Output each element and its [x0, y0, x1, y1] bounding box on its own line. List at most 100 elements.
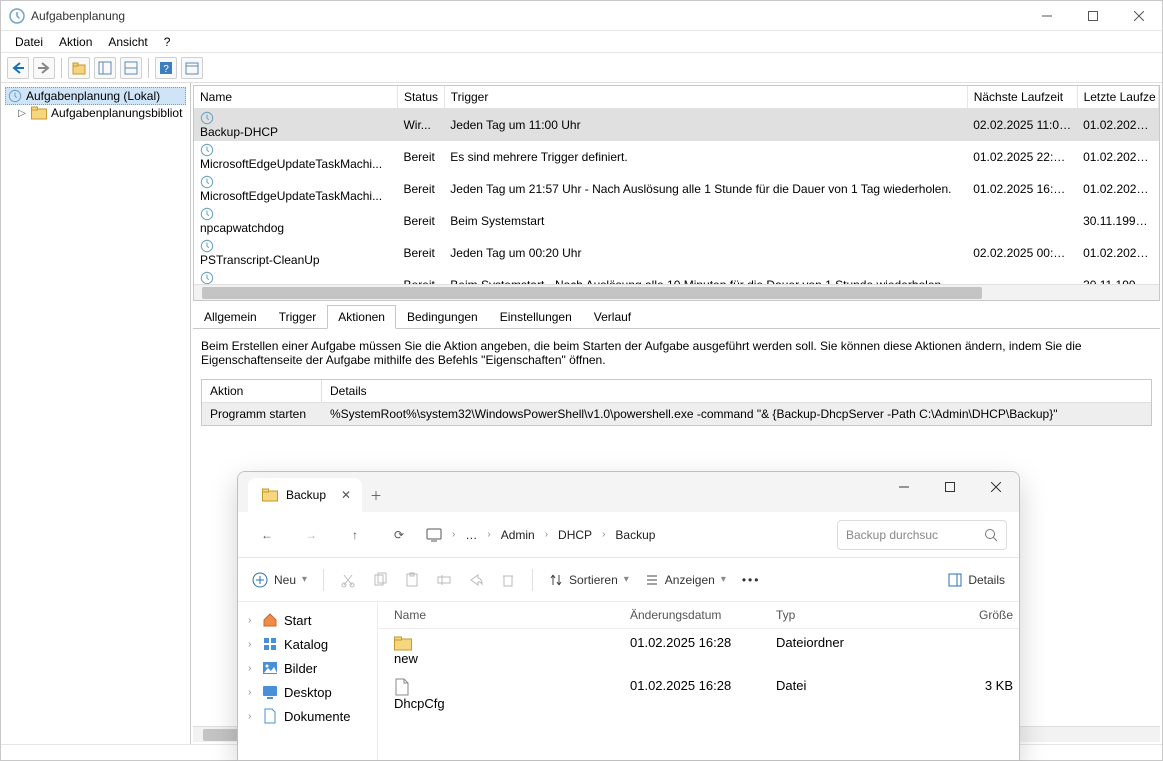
- action-col-details[interactable]: Details: [322, 380, 1151, 403]
- fcol-type[interactable]: Typ: [770, 602, 890, 628]
- action-table[interactable]: Aktion Details Programm starten %SystemR…: [201, 379, 1152, 426]
- crumb-admin[interactable]: Admin: [501, 528, 535, 542]
- nav-forward-button[interactable]: [33, 57, 55, 79]
- cmd-more[interactable]: •••: [742, 573, 761, 587]
- separator: [61, 58, 62, 78]
- tree-child[interactable]: ▷ Aufgabenplanungsbibliot: [5, 105, 186, 121]
- explorer-window[interactable]: Backup ✕ ＋ ← → ↑ ⟳ › … › Admin › DHCP ›: [237, 471, 1020, 761]
- chevron-icon[interactable]: ›: [545, 529, 548, 540]
- chevron-icon[interactable]: ›: [602, 529, 605, 540]
- explorer-close[interactable]: [973, 472, 1019, 502]
- explorer-cmdbar: Neu ▾ Sortieren▾ Anzeigen▾ ••• Details: [238, 558, 1019, 602]
- nav-refresh-icon[interactable]: ⟳: [382, 518, 416, 552]
- explorer-search[interactable]: Backup durchsuc: [837, 520, 1007, 550]
- cmd-sort[interactable]: Sortieren▾: [549, 573, 629, 587]
- expand-icon[interactable]: ▷: [17, 108, 27, 119]
- nav-up-icon[interactable]: ↑: [338, 518, 372, 552]
- nav-tree[interactable]: Aufgabenplanung (Lokal) ▷ Aufgabenplanun…: [1, 83, 191, 744]
- fcol-size[interactable]: Größe: [890, 602, 1019, 628]
- new-tab-button[interactable]: ＋: [362, 478, 390, 512]
- nav-back-button[interactable]: [7, 57, 29, 79]
- cmd-copy[interactable]: [372, 572, 388, 588]
- detail-tab[interactable]: Trigger: [268, 305, 328, 328]
- breadcrumb[interactable]: › … › Admin › DHCP › Backup: [426, 518, 827, 552]
- nav-item[interactable]: › Katalog: [242, 632, 373, 656]
- maximize-button[interactable]: [1070, 1, 1116, 31]
- panel-icon: [948, 573, 962, 587]
- detail-tabs: AllgemeinTriggerAktionenBedingungenEinst…: [193, 305, 1160, 329]
- close-button[interactable]: [1116, 1, 1162, 31]
- nav-back-icon[interactable]: ←: [250, 518, 284, 552]
- toolbar: ?: [1, 53, 1162, 83]
- chevron-icon[interactable]: ›: [487, 529, 490, 540]
- tree-root-label: Aufgabenplanung (Lokal): [26, 89, 160, 103]
- col-trigger[interactable]: Trigger: [444, 86, 967, 109]
- detail-tab[interactable]: Bedingungen: [396, 305, 489, 328]
- menu-help[interactable]: ?: [156, 33, 179, 51]
- menu-view[interactable]: Ansicht: [100, 33, 155, 51]
- task-header-row[interactable]: Name Status Trigger Nächste Laufzeit Let…: [194, 86, 1159, 109]
- col-status[interactable]: Status: [397, 86, 444, 109]
- action-row[interactable]: Programm starten %SystemRoot%\system32\W…: [202, 403, 1151, 425]
- help-button[interactable]: ?: [155, 57, 177, 79]
- nav-item[interactable]: › Dokumente: [242, 704, 373, 728]
- cmd-cut[interactable]: [340, 572, 356, 588]
- task-row[interactable]: MicrosoftEdgeUpdateTaskMachi...BereitJed…: [194, 173, 1159, 205]
- minimize-button[interactable]: [1024, 1, 1070, 31]
- detail-tab[interactable]: Allgemein: [193, 305, 268, 328]
- tree-root[interactable]: Aufgabenplanung (Lokal): [5, 87, 186, 105]
- crumb-backup[interactable]: Backup: [615, 528, 655, 542]
- cmd-new[interactable]: Neu ▾: [252, 572, 307, 588]
- explorer-minimize[interactable]: [881, 472, 927, 502]
- separator: [148, 58, 149, 78]
- task-row[interactable]: Restart-NLABereitBeim Systemstart - Nach…: [194, 269, 1159, 284]
- cmd-share[interactable]: [468, 572, 484, 588]
- action-col-aktion[interactable]: Aktion: [202, 380, 322, 403]
- file-row[interactable]: DhcpCfg01.02.2025 16:28Datei3 KB: [378, 672, 1019, 717]
- menu-action[interactable]: Aktion: [51, 33, 100, 51]
- task-list[interactable]: Name Status Trigger Nächste Laufzeit Let…: [193, 85, 1160, 301]
- nav-item[interactable]: › Start: [242, 608, 373, 632]
- explorer-tab[interactable]: Backup ✕: [248, 478, 362, 512]
- task-row[interactable]: Backup-DHCPWir...Jeden Tag um 11:00 Uhr0…: [194, 109, 1159, 142]
- task-row[interactable]: npcapwatchdogBereitBeim Systemstart30.11…: [194, 205, 1159, 237]
- cmd-delete[interactable]: [500, 572, 516, 588]
- cmd-rename[interactable]: [436, 572, 452, 588]
- crumb-dhcp[interactable]: DHCP: [558, 528, 592, 542]
- rename-icon: [436, 572, 452, 588]
- search-placeholder: Backup durchsuc: [846, 528, 984, 542]
- file-columns[interactable]: Name Änderungsdatum Typ Größe: [378, 602, 1019, 629]
- col-name[interactable]: Name: [194, 86, 397, 109]
- detail-tab[interactable]: Verlauf: [583, 305, 642, 328]
- file-row[interactable]: new01.02.2025 16:28Dateiordner: [378, 629, 1019, 672]
- explorer-nav[interactable]: › Start› Katalog› Bilder› Desktop› Dokum…: [238, 602, 378, 760]
- cmd-paste[interactable]: [404, 572, 420, 588]
- task-row[interactable]: PSTranscript-CleanUpBereitJeden Tag um 0…: [194, 237, 1159, 269]
- plus-icon: [252, 572, 268, 588]
- explorer-maximize[interactable]: [927, 472, 973, 502]
- hscrollbar[interactable]: [194, 284, 1159, 300]
- panes-button[interactable]: [120, 57, 142, 79]
- nav-item[interactable]: › Bilder: [242, 656, 373, 680]
- nav-item[interactable]: › Desktop: [242, 680, 373, 704]
- cmd-details[interactable]: Details: [948, 573, 1005, 587]
- explorer-files[interactable]: Name Änderungsdatum Typ Größe new01.02.2…: [378, 602, 1019, 760]
- fcol-name[interactable]: Name: [378, 602, 624, 628]
- col-next[interactable]: Nächste Laufzeit: [967, 86, 1077, 109]
- nav-forward-icon[interactable]: →: [294, 518, 328, 552]
- tab-close-icon[interactable]: ✕: [338, 487, 354, 503]
- detail-tab[interactable]: Einstellungen: [489, 305, 583, 328]
- detail-tab[interactable]: Aktionen: [327, 305, 396, 329]
- cmd-view[interactable]: Anzeigen▾: [645, 573, 726, 587]
- crumb-ellipsis[interactable]: …: [465, 528, 477, 542]
- calendar-button[interactable]: [181, 57, 203, 79]
- fcol-date[interactable]: Änderungsdatum: [624, 602, 770, 628]
- tree-button[interactable]: [94, 57, 116, 79]
- explorer-titlebar: Backup ✕ ＋: [238, 472, 1019, 512]
- menu-file[interactable]: Datei: [7, 33, 51, 51]
- pc-icon: [426, 528, 442, 542]
- task-row[interactable]: MicrosoftEdgeUpdateTaskMachi...BereitEs …: [194, 141, 1159, 173]
- col-last[interactable]: Letzte Laufze: [1077, 86, 1158, 109]
- chevron-icon[interactable]: ›: [452, 529, 455, 540]
- up-button[interactable]: [68, 57, 90, 79]
